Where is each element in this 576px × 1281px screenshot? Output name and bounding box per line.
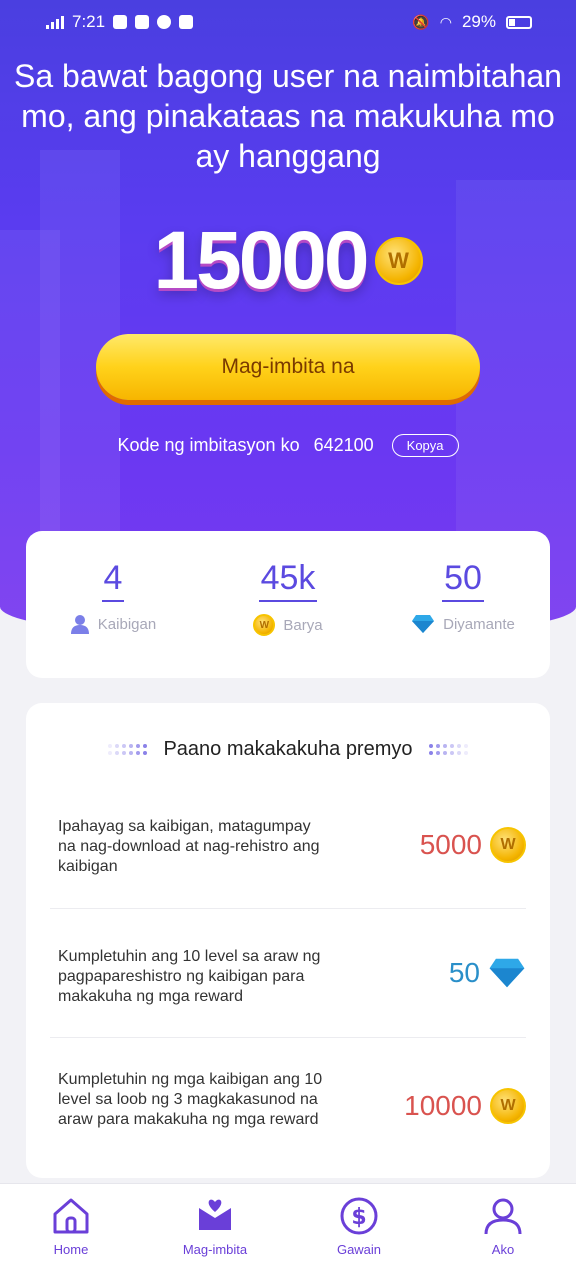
battery-icon: [506, 15, 532, 29]
mute-icon: 🔕: [412, 13, 430, 30]
bottom-nav: Home Mag-imbita $ Gawain Ako: [0, 1183, 576, 1281]
max-reward: 15000 W: [0, 214, 576, 308]
home-icon: [53, 1198, 89, 1234]
mail-icon: [179, 15, 194, 29]
reward-row: Kumpletuhin ng mga kaibigan ang 10 level…: [50, 1038, 526, 1166]
coin-icon: W: [490, 1088, 526, 1124]
reward-description: Kumpletuhin ng mga kaibigan ang 10 level…: [58, 1071, 323, 1128]
nav-tasks[interactable]: $ Gawain: [299, 1196, 419, 1257]
reward-row: Ipahayag sa kaibigan, matagumpay na nag-…: [50, 779, 526, 907]
wifi-icon: ◠: [439, 13, 452, 30]
nav-label: Ako: [491, 1242, 515, 1257]
signal-icon: [46, 15, 64, 29]
nav-home[interactable]: Home: [11, 1196, 131, 1257]
person-icon: [70, 615, 89, 634]
how-to-title-row: Paano makakakuha premyo: [26, 738, 550, 761]
invite-icon: [199, 1199, 231, 1230]
coin-icon: W: [253, 614, 276, 636]
reward-description: Kumpletuhin ang 10 level sa araw ng pagp…: [58, 948, 321, 1005]
stat-label: Barya: [283, 616, 323, 634]
message-icon: [157, 15, 172, 29]
dots-decoration: [428, 744, 468, 755]
max-reward-amount: 15000: [153, 215, 369, 306]
stat-diamonds[interactable]: 50 Diyamante: [383, 559, 543, 634]
headline: Sa bawat bagong user na naimbitahan mo, …: [14, 58, 562, 174]
reward-amount: 5000: [419, 829, 482, 860]
coin-icon: W: [490, 827, 526, 863]
copy-button[interactable]: Kopya: [391, 434, 459, 457]
notification-icon: [135, 15, 150, 29]
dollar-icon: $: [340, 1197, 378, 1235]
nav-label: Mag-imbita: [182, 1242, 248, 1257]
coin-icon: W: [374, 237, 423, 285]
diamond-icon: [412, 615, 435, 633]
how-to-title: Paano makakakuha premyo: [163, 738, 413, 760]
stat-label: Diyamante: [443, 615, 515, 633]
status-time: 7:21: [72, 12, 106, 31]
battery-percent: 29%: [461, 12, 496, 31]
invite-code-row: Kode ng imbitasyon ko 642100 Kopya: [0, 434, 576, 457]
nav-label: Gawain: [336, 1242, 382, 1257]
stat-friends[interactable]: 4 Kaibigan: [33, 559, 193, 634]
how-to-earn-card: Paano makakakuha premyo Ipahayag sa kaib…: [26, 703, 550, 1178]
stat-coins[interactable]: 45k W Barya: [208, 559, 368, 636]
nav-invite[interactable]: Mag-imbita: [155, 1196, 275, 1257]
nav-label: Home: [53, 1242, 89, 1257]
reward-amount: 50: [448, 957, 480, 988]
reward-row: Kumpletuhin ang 10 level sa araw ng pagp…: [50, 909, 526, 1037]
svg-text:$: $: [351, 1205, 366, 1230]
diamond-icon: [489, 958, 525, 988]
nav-profile[interactable]: Ako: [443, 1196, 563, 1257]
profile-icon: [484, 1198, 522, 1235]
dots-decoration: [108, 744, 148, 755]
invite-code-value: 642100: [313, 435, 374, 455]
stat-value: 4: [101, 559, 125, 602]
stat-value: 50: [442, 559, 484, 602]
invite-now-button[interactable]: Mag-imbita na: [96, 334, 480, 400]
status-bar: 7:21 🔕 ◠ 29%: [0, 0, 576, 46]
invite-code-label: Kode ng imbitasyon ko: [117, 435, 300, 455]
reward-amount: 10000: [404, 1090, 482, 1121]
stat-label: Kaibigan: [97, 615, 157, 633]
stat-value: 45k: [258, 559, 318, 602]
stats-card: 4 Kaibigan 45k W Barya 50 Diyamante: [26, 531, 550, 678]
reward-description: Ipahayag sa kaibigan, matagumpay na nag-…: [58, 818, 320, 875]
notification-icon: [113, 15, 128, 29]
